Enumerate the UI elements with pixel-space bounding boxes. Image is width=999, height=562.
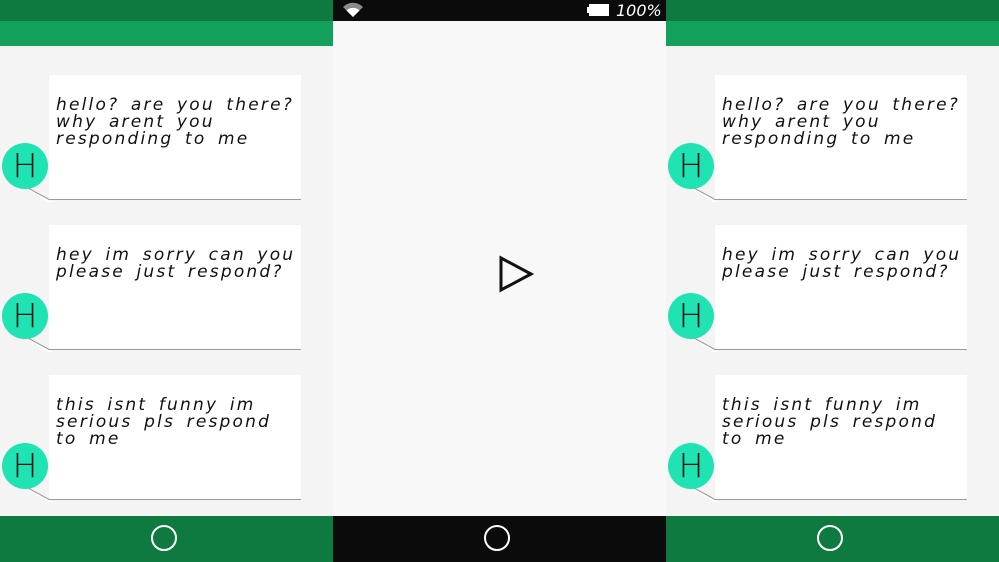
avatar-initial: H bbox=[12, 146, 38, 185]
status-bar bbox=[666, 0, 999, 21]
left-chat-panel: hello? are you there? why arent you resp… bbox=[0, 0, 333, 562]
navigation-bar bbox=[0, 516, 333, 562]
avatar-initial: H bbox=[678, 146, 704, 185]
avatar[interactable]: H bbox=[2, 293, 48, 339]
avatar-initial: H bbox=[12, 446, 38, 485]
avatar-initial: H bbox=[12, 296, 38, 335]
battery-level: 100% bbox=[616, 1, 662, 20]
battery-icon bbox=[587, 4, 609, 16]
right-chat-panel: hello? are you there? why arent you resp… bbox=[666, 0, 999, 562]
bubble-tail bbox=[28, 488, 52, 502]
message-bubble: this isnt funny im serious pls respond t… bbox=[715, 375, 967, 500]
bubble-tail bbox=[694, 188, 718, 202]
message-text: hello? are you there? why arent you resp… bbox=[56, 95, 294, 149]
status-bar bbox=[0, 0, 333, 21]
avatar[interactable]: H bbox=[668, 443, 714, 489]
home-button[interactable] bbox=[151, 525, 177, 551]
avatar[interactable]: H bbox=[2, 443, 48, 489]
message-bubble: hey im sorry can you please just respond… bbox=[49, 225, 301, 350]
bubble-tail bbox=[694, 488, 718, 502]
message-bubble: this isnt funny im serious pls respond t… bbox=[49, 375, 301, 500]
avatar-initial: H bbox=[678, 446, 704, 485]
navigation-bar bbox=[666, 516, 999, 562]
message-text: this isnt funny im serious pls respond t… bbox=[56, 395, 272, 449]
app-header bbox=[0, 21, 333, 46]
message-bubble: hello? are you there? why arent you resp… bbox=[715, 75, 967, 200]
message-text: hello? are you there? why arent you resp… bbox=[722, 95, 960, 149]
avatar[interactable]: H bbox=[668, 143, 714, 189]
message-bubble: hey im sorry can you please just respond… bbox=[715, 225, 967, 350]
home-button[interactable] bbox=[817, 525, 843, 551]
bubble-tail bbox=[28, 188, 52, 202]
message-text: this isnt funny im serious pls respond t… bbox=[722, 395, 938, 449]
status-bar: 100% bbox=[333, 0, 666, 21]
message-text: hey im sorry can you please just respond… bbox=[56, 245, 296, 282]
play-icon[interactable] bbox=[498, 255, 534, 293]
avatar[interactable]: H bbox=[668, 293, 714, 339]
video-panel: 100% bbox=[333, 0, 666, 562]
message-text: hey im sorry can you please just respond… bbox=[722, 245, 962, 282]
avatar[interactable]: H bbox=[2, 143, 48, 189]
app-header bbox=[666, 21, 999, 46]
wifi-icon bbox=[343, 2, 363, 17]
message-bubble: hello? are you there? why arent you resp… bbox=[49, 75, 301, 200]
home-button[interactable] bbox=[484, 525, 510, 551]
bubble-tail bbox=[694, 338, 718, 352]
navigation-bar bbox=[333, 516, 666, 562]
bubble-tail bbox=[28, 338, 52, 352]
avatar-initial: H bbox=[678, 296, 704, 335]
